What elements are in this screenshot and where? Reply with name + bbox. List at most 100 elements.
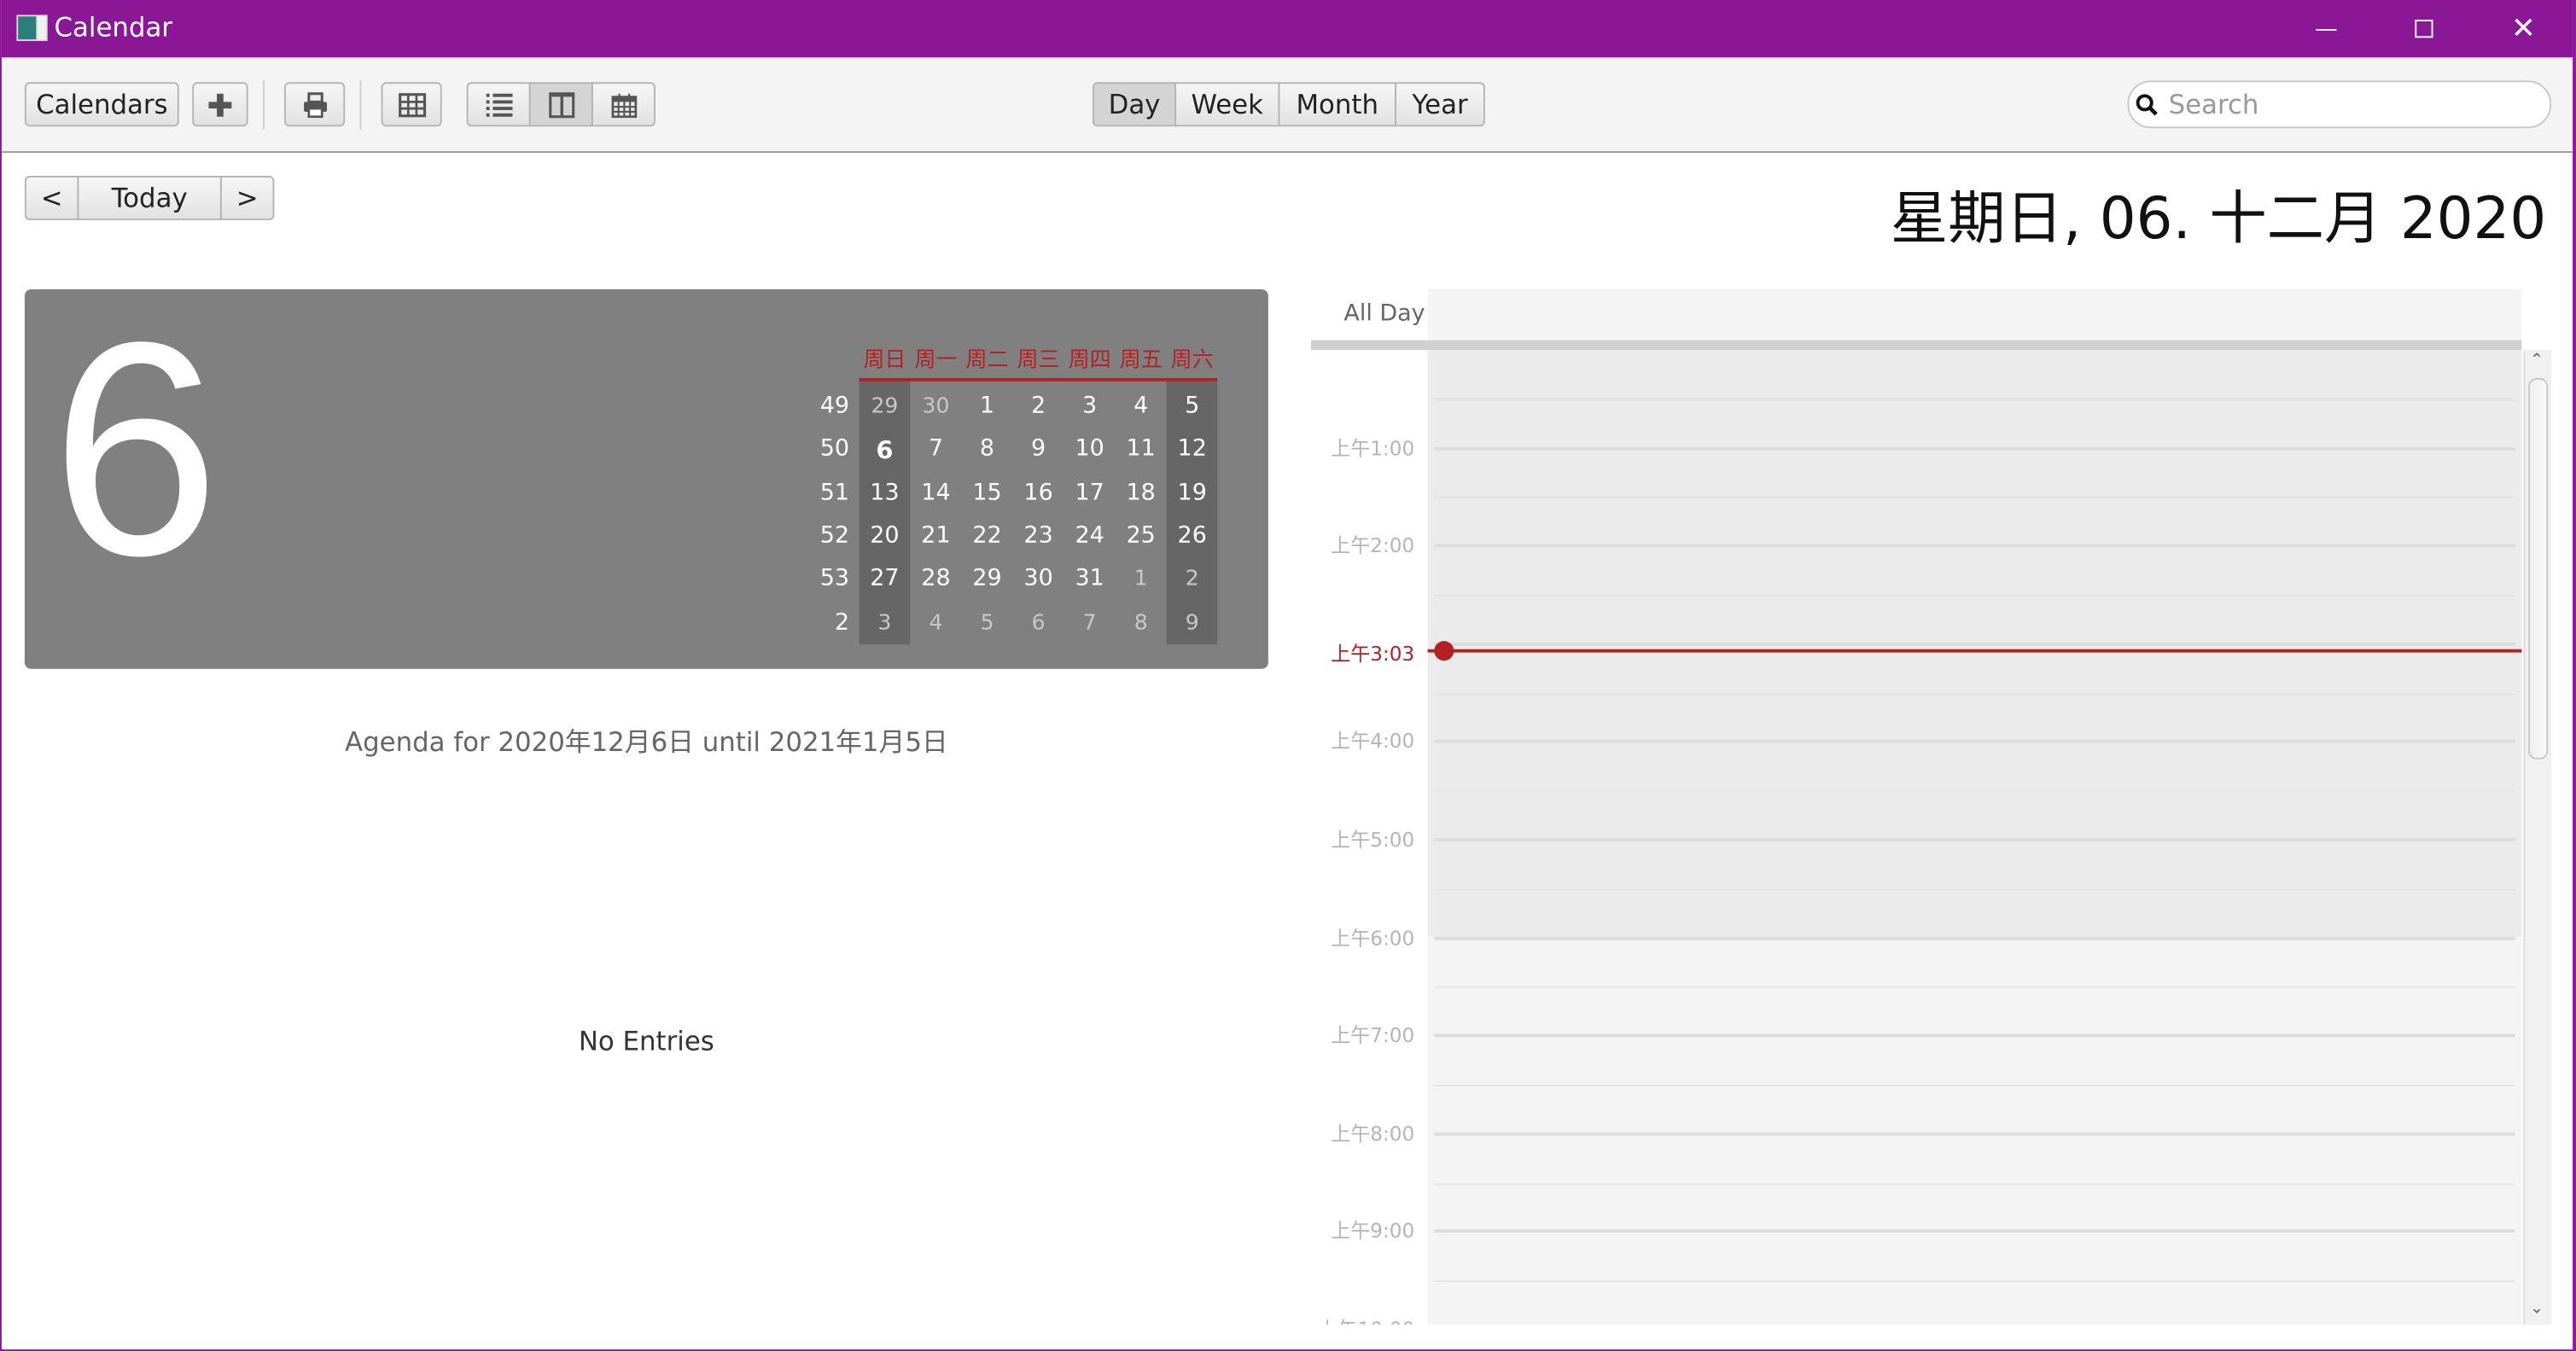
mini-calendar-day[interactable]: 5 [1167, 393, 1218, 419]
toolbar: Calendars Day Week Month Year [1, 57, 2573, 154]
half-hour-line [1434, 692, 2515, 695]
close-icon: ✕ [2510, 11, 2536, 46]
mini-calendar-day[interactable]: 11 [1116, 435, 1167, 462]
tab-year[interactable]: Year [1395, 82, 1485, 127]
minimize-button[interactable]: — [2277, 0, 2375, 57]
mini-calendar-day[interactable]: 26 [1167, 522, 1218, 549]
week-number: 52 [819, 522, 850, 550]
maximize-button[interactable] [2374, 0, 2472, 57]
scroll-down-icon[interactable]: ⌄ [2530, 1300, 2544, 1318]
hour-line [1434, 544, 2515, 548]
mini-calendar-day[interactable]: 1 [1116, 567, 1167, 591]
today-button[interactable]: Today [77, 176, 222, 221]
weekday-header: 周日 [863, 348, 906, 374]
hour-label: 上午9:00 [1331, 1220, 1415, 1243]
mini-calendar-day[interactable]: 2 [1167, 567, 1218, 591]
tab-month[interactable]: Month [1278, 82, 1396, 127]
half-hour-line [1434, 790, 2515, 793]
mini-calendar-day[interactable]: 14 [911, 480, 962, 506]
scroll-up-icon[interactable]: ⌃ [2530, 352, 2544, 370]
list-view-button[interactable] [466, 82, 531, 127]
mini-calendar-day[interactable]: 17 [1064, 480, 1116, 506]
scrollbar[interactable]: ⌃ ⌄ [2523, 350, 2552, 1325]
week-number: 2 [834, 609, 850, 637]
mini-calendar-day[interactable]: 24 [1064, 522, 1116, 549]
window-title: Calendar [54, 11, 173, 44]
mini-calendar-day[interactable]: 5 [962, 611, 1013, 636]
mini-calendar-day[interactable]: 20 [860, 522, 911, 549]
add-entry-button[interactable] [192, 82, 248, 127]
mini-calendar-day[interactable]: 29 [860, 394, 911, 419]
search-input[interactable] [2165, 87, 2533, 122]
app-icon [16, 15, 48, 42]
previous-button[interactable]: < [24, 176, 79, 221]
mini-calendar-day[interactable]: 25 [1116, 522, 1167, 549]
separator [359, 80, 362, 131]
mini-calendar-today[interactable]: 6 [860, 435, 911, 465]
calendar-view-button[interactable] [591, 82, 656, 127]
hour-line [1434, 1132, 2515, 1136]
table-icon [398, 92, 426, 117]
mini-calendar-day[interactable]: 27 [860, 565, 911, 591]
mini-calendar-day[interactable]: 3 [860, 611, 911, 636]
half-hour-line [1434, 497, 2515, 499]
tab-day[interactable]: Day [1092, 82, 1177, 127]
big-day-number: 6 [50, 281, 220, 620]
weekday-header-underline [859, 377, 1218, 381]
mini-calendar-day[interactable]: 18 [1116, 480, 1167, 506]
calendars-button[interactable]: Calendars [24, 82, 179, 127]
weekday-header: 周三 [1017, 348, 1060, 374]
mini-calendar-day[interactable]: 15 [962, 480, 1013, 506]
mini-calendar-day[interactable]: 28 [911, 565, 962, 591]
mini-calendar-day[interactable]: 19 [1167, 480, 1218, 506]
print-button[interactable] [283, 82, 346, 127]
mini-calendar-day[interactable]: 7 [911, 435, 962, 462]
hour-line [1434, 642, 2515, 646]
footer [1, 1325, 2573, 1350]
search-field[interactable] [2127, 80, 2552, 129]
week-number: 50 [819, 435, 850, 463]
current-time-dot [1434, 641, 1454, 661]
mini-calendar-day[interactable]: 4 [1116, 393, 1167, 419]
mini-calendar-day[interactable]: 23 [1013, 522, 1064, 549]
mini-calendar-day[interactable]: 8 [1116, 611, 1167, 636]
tab-week[interactable]: Week [1174, 82, 1280, 127]
mini-calendar-day[interactable]: 7 [1064, 611, 1116, 636]
agenda-empty-message: No Entries [578, 1025, 714, 1057]
mini-calendar-day[interactable]: 29 [962, 565, 1013, 591]
table-view-button[interactable] [381, 82, 442, 127]
hour-label: 上午8:00 [1331, 1121, 1415, 1145]
mini-calendar-day[interactable]: 16 [1013, 480, 1064, 506]
weekday-header: 周一 [914, 348, 958, 374]
hour-label: 上午7:00 [1331, 1024, 1415, 1048]
close-button[interactable]: ✕ [2474, 0, 2573, 57]
mini-calendar-day[interactable]: 9 [1013, 435, 1064, 462]
mini-calendar-day[interactable]: 12 [1167, 435, 1218, 462]
all-day-area[interactable] [1427, 288, 2522, 341]
mini-calendar-day[interactable]: 8 [962, 435, 1013, 462]
calendar-window: Calendar — ✕ Calendars Day Week Month Ye… [0, 0, 2576, 1351]
mini-calendar-day[interactable]: 9 [1167, 611, 1218, 636]
mini-calendar-day[interactable]: 2 [1013, 393, 1064, 419]
mini-calendar-day[interactable]: 21 [911, 522, 962, 549]
mini-calendar-day[interactable]: 1 [962, 393, 1013, 419]
weekday-header: 周六 [1170, 348, 1214, 374]
mini-calendar-day[interactable]: 30 [1013, 565, 1064, 591]
mini-calendar-day[interactable]: 30 [911, 394, 962, 419]
scrollbar-thumb[interactable] [2528, 377, 2549, 760]
mini-calendar-day[interactable]: 22 [962, 522, 1013, 549]
week-number: 49 [819, 393, 850, 420]
mini-calendar-day[interactable]: 13 [860, 480, 911, 506]
weekday-header: 周二 [965, 348, 1009, 374]
half-hour-line [1434, 888, 2515, 891]
next-button[interactable]: > [219, 176, 275, 221]
mini-calendar-day[interactable]: 6 [1013, 611, 1064, 636]
hour-line [1434, 1034, 2515, 1038]
mini-calendar-day[interactable]: 31 [1064, 565, 1116, 591]
mini-calendar-day[interactable]: 3 [1064, 393, 1116, 419]
day-grid-workhours[interactable] [1427, 936, 2522, 1325]
calendar-icon [610, 92, 637, 118]
mini-calendar-day[interactable]: 10 [1064, 435, 1116, 462]
mini-calendar-day[interactable]: 4 [911, 611, 962, 636]
split-view-button[interactable] [528, 82, 593, 127]
